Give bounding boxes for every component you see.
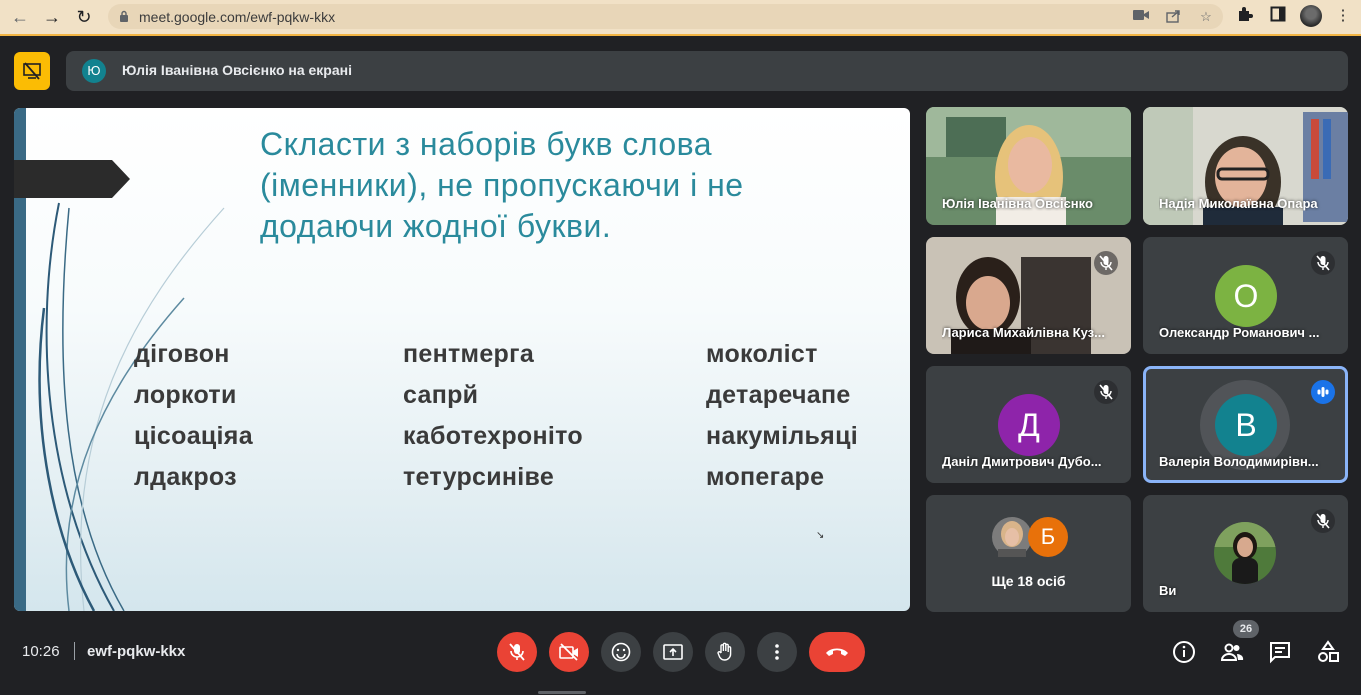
- participant-tile[interactable]: Д Даніл Дмитрович Дубо...: [926, 366, 1131, 483]
- muted-indicator: [1311, 251, 1335, 275]
- stop-presentation-button[interactable]: [14, 52, 50, 90]
- camera-toggle-button[interactable]: [549, 632, 589, 672]
- presentation-off-icon: [23, 62, 41, 80]
- url-text: meet.google.com/ewf-pqkw-kkx: [139, 9, 336, 25]
- participant-avatar: Д: [998, 394, 1060, 456]
- presenter-avatar: Ю: [82, 59, 106, 83]
- bottom-divider: [74, 642, 75, 660]
- more-options-button[interactable]: [757, 632, 797, 672]
- slide-word: лдакроз: [134, 463, 237, 491]
- participant-avatar: [992, 517, 1032, 557]
- lock-icon[interactable]: [119, 10, 129, 22]
- mouse-cursor-icon: ↘: [816, 530, 825, 541]
- mic-off-icon: [1316, 513, 1330, 529]
- presenter-label: Юлія Іванівна Овсієнко на екрані: [122, 62, 352, 78]
- mic-off-icon: [1099, 255, 1113, 271]
- muted-indicator: [1311, 509, 1335, 533]
- slide-arrow-shape: [14, 160, 130, 198]
- mic-off-icon: [1099, 384, 1113, 400]
- participant-tile[interactable]: Надія Миколаївна Опара: [1143, 107, 1348, 225]
- raise-hand-button[interactable]: [705, 632, 745, 672]
- star-icon[interactable]: ☆: [1198, 9, 1214, 25]
- present-screen-button[interactable]: [653, 632, 693, 672]
- slide-word: моколіст: [706, 340, 818, 368]
- address-bar[interactable]: meet.google.com/ewf-pqkw-kkx ☆: [108, 4, 1223, 29]
- more-participants-label: Ще 18 осіб: [991, 573, 1066, 589]
- meeting-code: ewf-pqkw-kkx: [87, 643, 186, 660]
- self-tile[interactable]: Ви: [1143, 495, 1348, 612]
- slide-word: мопегаре: [706, 463, 825, 491]
- back-arrow-icon[interactable]: ←: [8, 5, 32, 29]
- mic-toggle-button[interactable]: [497, 632, 537, 672]
- participant-name: Валерія Володимирівн...: [1159, 454, 1319, 469]
- more-vert-icon: [775, 644, 779, 660]
- people-count-badge: 26: [1233, 620, 1259, 638]
- hand-icon: [717, 642, 732, 661]
- extensions-icon[interactable]: [1235, 6, 1255, 26]
- chat-icon[interactable]: [1268, 640, 1292, 664]
- emoji-icon: [611, 642, 631, 662]
- activities-icon[interactable]: [1316, 640, 1340, 664]
- slide-word: тетурсиніве: [403, 463, 555, 491]
- mic-off-icon: [509, 643, 525, 661]
- slide-word: сапрй: [403, 381, 479, 409]
- meeting-clock: 10:26: [22, 643, 60, 660]
- muted-indicator: [1094, 251, 1118, 275]
- participant-avatar: В: [1215, 394, 1277, 456]
- slide-word: цісоаціяа: [134, 422, 253, 450]
- info-icon[interactable]: [1172, 640, 1196, 664]
- slide-word: накумільяці: [706, 422, 858, 450]
- people-icon[interactable]: [1220, 640, 1244, 664]
- shared-screen[interactable]: Скласти з наборів букв слова (іменники),…: [14, 108, 910, 611]
- call-end-icon: [826, 648, 848, 656]
- speaking-indicator-icon: [1311, 380, 1335, 404]
- slide-word: лоркоти: [134, 381, 237, 409]
- tab-accent-line: [0, 34, 1361, 36]
- more-vert-icon[interactable]: ⋮: [1333, 6, 1353, 26]
- slide-word: діговон: [134, 340, 230, 368]
- leave-call-button[interactable]: [809, 632, 865, 672]
- browser-toolbar: ← → ↻ meet.google.com/ewf-pqkw-kkx ☆ ⋮: [0, 0, 1361, 34]
- profile-avatar[interactable]: [1300, 5, 1322, 27]
- side-panel-icon[interactable]: [1268, 6, 1288, 26]
- muted-indicator: [1094, 380, 1118, 404]
- participant-name: Надія Миколаївна Опара: [1159, 196, 1318, 211]
- participant-tile-speaking[interactable]: В Валерія Володимирівн...: [1143, 366, 1348, 483]
- participant-tile[interactable]: Юлія Іванівна Овсієнко: [926, 107, 1131, 225]
- participant-name: Даніл Дмитрович Дубо...: [942, 454, 1102, 469]
- present-to-all-icon: [663, 644, 683, 660]
- participant-name: Лариса Михайлівна Куз...: [942, 325, 1105, 340]
- reactions-button[interactable]: [601, 632, 641, 672]
- participant-name: Юлія Іванівна Овсієнко: [942, 196, 1093, 211]
- forward-arrow-icon[interactable]: →: [40, 5, 64, 29]
- slide-title: Скласти з наборів букв слова (іменники),…: [260, 126, 744, 244]
- participant-tile[interactable]: О Олександр Романович ...: [1143, 237, 1348, 354]
- participant-avatar: Б: [1028, 517, 1068, 557]
- slide-word: пентмерга: [403, 340, 535, 368]
- slide-word: каботехроніто: [403, 422, 583, 450]
- participant-avatar: О: [1215, 265, 1277, 327]
- mic-off-icon: [1316, 255, 1330, 271]
- participant-tile[interactable]: Лариса Михайлівна Куз...: [926, 237, 1131, 354]
- presentation-banner: Ю Юлія Іванівна Овсієнко на екрані: [66, 51, 1348, 91]
- camera-icon[interactable]: [1133, 9, 1149, 25]
- reload-icon[interactable]: ↻: [72, 5, 96, 29]
- camera-off-icon: [559, 643, 578, 661]
- participant-name: Ви: [1159, 583, 1177, 598]
- self-avatar: [1214, 522, 1276, 584]
- share-icon[interactable]: [1166, 9, 1182, 25]
- bottom-handle: [538, 691, 586, 694]
- participant-name: Олександр Романович ...: [1159, 325, 1320, 340]
- more-participants-tile[interactable]: Б Ще 18 осіб: [926, 495, 1131, 612]
- slide-word: детаречапе: [706, 381, 851, 409]
